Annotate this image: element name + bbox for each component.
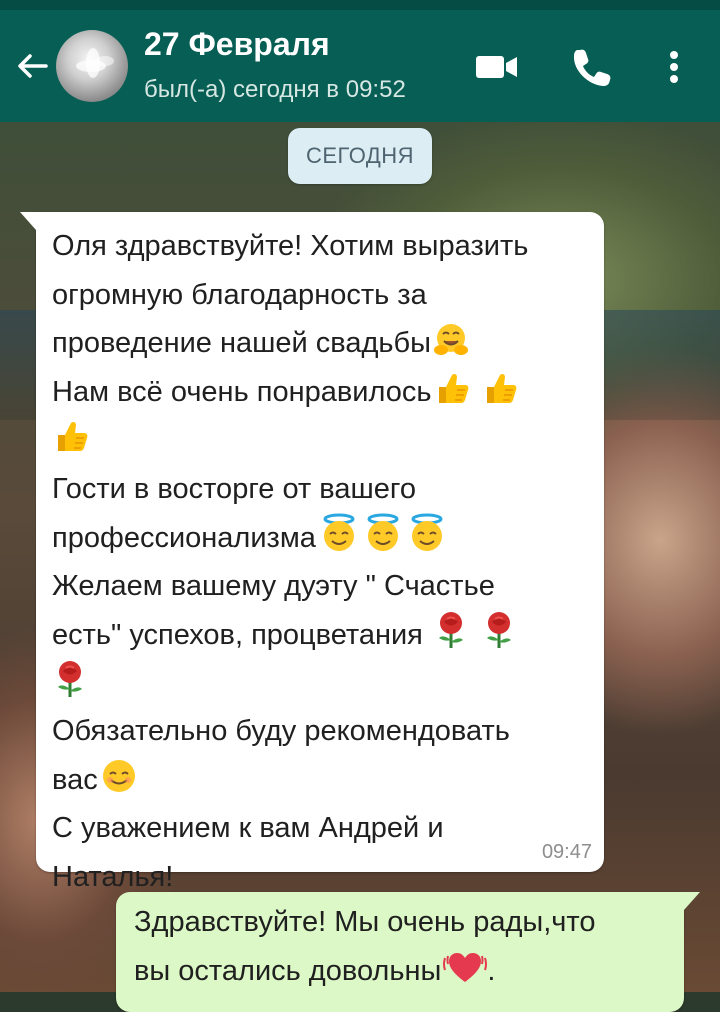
message-line: Желаем вашему дуэту " Счастье	[52, 569, 495, 602]
message-line-text: вы остались довольны	[134, 954, 442, 987]
message-line: проведение нашей свадьбы	[52, 319, 592, 368]
rose-emoji	[481, 610, 517, 666]
smiling-face-with-halo-emoji	[406, 513, 448, 569]
smiling-face-emoji	[100, 757, 138, 811]
message-line: есть" успехов, процветания	[52, 610, 592, 659]
message-line-text: есть" успехов, процветания	[52, 619, 431, 651]
message-line-text: вас	[52, 763, 98, 796]
message-line-text: проведение нашей свадьбы	[52, 327, 431, 359]
message-line: Обязательно буду рекомендовать	[52, 715, 510, 747]
message-line-text: профессионализма	[52, 522, 316, 554]
more-vert-icon[interactable]	[652, 40, 696, 92]
chat-header: 27 Февраля был(-а) сегодня в 09:52	[0, 0, 720, 122]
message-line: Оля здравствуйте! Хотим выразить	[52, 230, 529, 262]
message-line: Здравствуйте! Мы очень рады,что	[134, 906, 596, 938]
message-line: Гости в восторге от вашего	[52, 472, 416, 505]
message-line: Нам всё очень понравилось	[52, 368, 592, 417]
thumbs-up-emoji	[52, 417, 90, 471]
status-bar	[0, 0, 720, 10]
incoming-message[interactable]: Оля здравствуйте! Хотим выразить огромну…	[20, 212, 604, 893]
phone-icon[interactable]	[566, 40, 618, 92]
thumbs-up-emoji	[481, 369, 519, 423]
message-line: огромную благодарность за	[52, 278, 427, 311]
message-line: вас	[52, 756, 592, 805]
outgoing-message[interactable]: Здравствуйте! Мы очень рады,что вы остал…	[116, 892, 700, 1012]
message-line	[52, 659, 592, 708]
smiling-face-with-halo-emoji	[362, 513, 404, 569]
thumbs-up-emoji	[433, 369, 471, 423]
message-text: Оля здравствуйте! Хотим выразить огромну…	[52, 222, 592, 901]
rose-emoji	[433, 610, 469, 666]
message-line-text: Нам всё очень понравилось	[52, 375, 432, 408]
message-line: профессионализма	[52, 513, 592, 562]
video-call-icon[interactable]	[470, 40, 522, 92]
smiling-face-with-halo-emoji	[318, 513, 360, 569]
message-line	[52, 416, 592, 465]
message-line: вы остались довольны .	[134, 947, 674, 996]
back-arrow-icon[interactable]	[12, 46, 52, 86]
rose-emoji	[52, 659, 88, 715]
message-line-text: .	[487, 954, 496, 987]
date-divider: СЕГОДНЯ	[288, 128, 432, 184]
message-text: Здравствуйте! Мы очень рады,что вы остал…	[134, 898, 674, 995]
message-time: 09:47	[541, 841, 592, 863]
beating-heart-emoji	[443, 948, 488, 1002]
hugging-face-emoji	[433, 322, 469, 374]
last-seen-status: был(-а) сегодня в 09:52	[144, 76, 406, 103]
avatar[interactable]	[56, 30, 128, 102]
contact-name[interactable]: 27 Февраля	[144, 26, 330, 63]
message-line: С уважением к вам Андрей и	[52, 812, 444, 844]
